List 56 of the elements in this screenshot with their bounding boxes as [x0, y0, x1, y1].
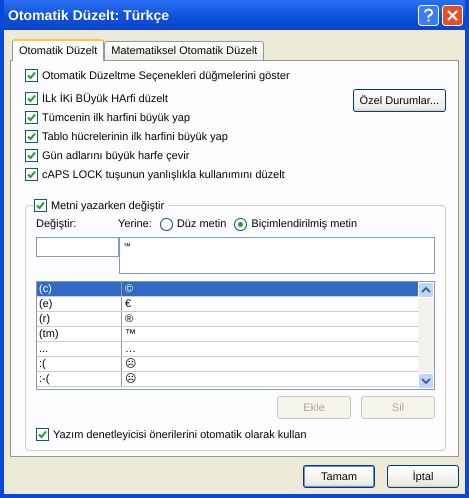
checkbox-label: Tümcenin ilk harfini büyük yap: [42, 112, 190, 124]
table-cell-text: €: [124, 297, 132, 311]
checkbox[interactable]: [36, 428, 49, 441]
table-cell: (c): [37, 282, 122, 296]
radio-button[interactable]: [160, 218, 173, 230]
help-icon[interactable]: [418, 4, 439, 26]
table-cell: (e): [37, 297, 122, 311]
list-row[interactable]: (tm) ™: [37, 327, 418, 342]
scroll-down-icon[interactable]: [418, 373, 434, 389]
replace-field[interactable]: [36, 237, 119, 257]
checkbox-label: İLk İKi BÜyük HArfi düzelt: [42, 92, 168, 104]
tab[interactable]: Matematiksel Otomatik Düzelt: [104, 41, 264, 60]
scroll-up-icon[interactable]: [418, 282, 434, 298]
checkbox[interactable]: [34, 199, 47, 212]
checkbox-label: Otomatik Düzeltme Seçenekleri düğmelerini göster: [42, 70, 290, 82]
checkbox-label: Gün adlarını büyük harfe çevir: [42, 150, 190, 162]
dialog-button[interactable]: İptal: [387, 465, 459, 488]
group-label: Metni yazarken değiştir: [51, 200, 164, 212]
table-cell: ...: [37, 342, 122, 356]
table-cell-text: …: [124, 342, 136, 356]
with-field[interactable]: ℠: [119, 237, 435, 274]
list-row[interactable]: (c) ©: [37, 282, 418, 297]
table-cell-text: ☹: [124, 372, 136, 386]
table-cell-text: ™: [124, 327, 136, 341]
window-title: Otomatik Düzelt: Türkçe: [8, 7, 170, 23]
dialog-button[interactable]: Tamam: [303, 465, 375, 488]
table-cell-text: ☹: [124, 357, 136, 371]
table-cell: :(: [37, 357, 122, 371]
checkbox[interactable]: [25, 92, 38, 105]
checkbox[interactable]: [25, 130, 38, 143]
table-cell: (tm): [37, 327, 122, 341]
radio-label: Biçimlendirilmiş metin: [251, 218, 358, 230]
list-row[interactable]: ... …: [37, 342, 418, 357]
exceptions-button[interactable]: Özel Durumlar...: [352, 89, 446, 112]
checkbox-label: Tablo hücrelerinin ilk harfini büyük yap: [42, 130, 228, 142]
scrollbar[interactable]: [418, 282, 434, 389]
table-cell: (r): [37, 312, 122, 326]
checkbox[interactable]: [25, 111, 38, 124]
checkbox-label: cAPS LOCK tuşunun yanlışlıkla kullanımını düzelt: [42, 168, 285, 180]
tab[interactable]: Otomatik Düzelt: [12, 39, 104, 61]
radio-label: Düz metin: [176, 218, 226, 230]
checkbox[interactable]: [25, 69, 38, 82]
table-cell: :-(: [37, 372, 122, 386]
table-cell-text: ©: [124, 282, 134, 296]
close-icon[interactable]: [442, 4, 463, 26]
checkbox-label: Yazım denetleyicisi önerilerini otomatik olarak kullan: [53, 428, 307, 440]
list-row[interactable]: :-( ☹: [37, 372, 418, 387]
table-cell-text: ®: [124, 312, 134, 326]
list-row[interactable]: (r) ®: [37, 312, 418, 327]
checkbox[interactable]: [25, 168, 38, 181]
with-label: Yerine:: [118, 218, 152, 230]
list-row[interactable]: (e) €: [37, 297, 418, 312]
replace-label: Değiştir:: [36, 218, 78, 230]
list-row[interactable]: :( ☹: [37, 357, 418, 372]
checkbox[interactable]: [25, 149, 38, 162]
radio-button[interactable]: [234, 218, 248, 230]
